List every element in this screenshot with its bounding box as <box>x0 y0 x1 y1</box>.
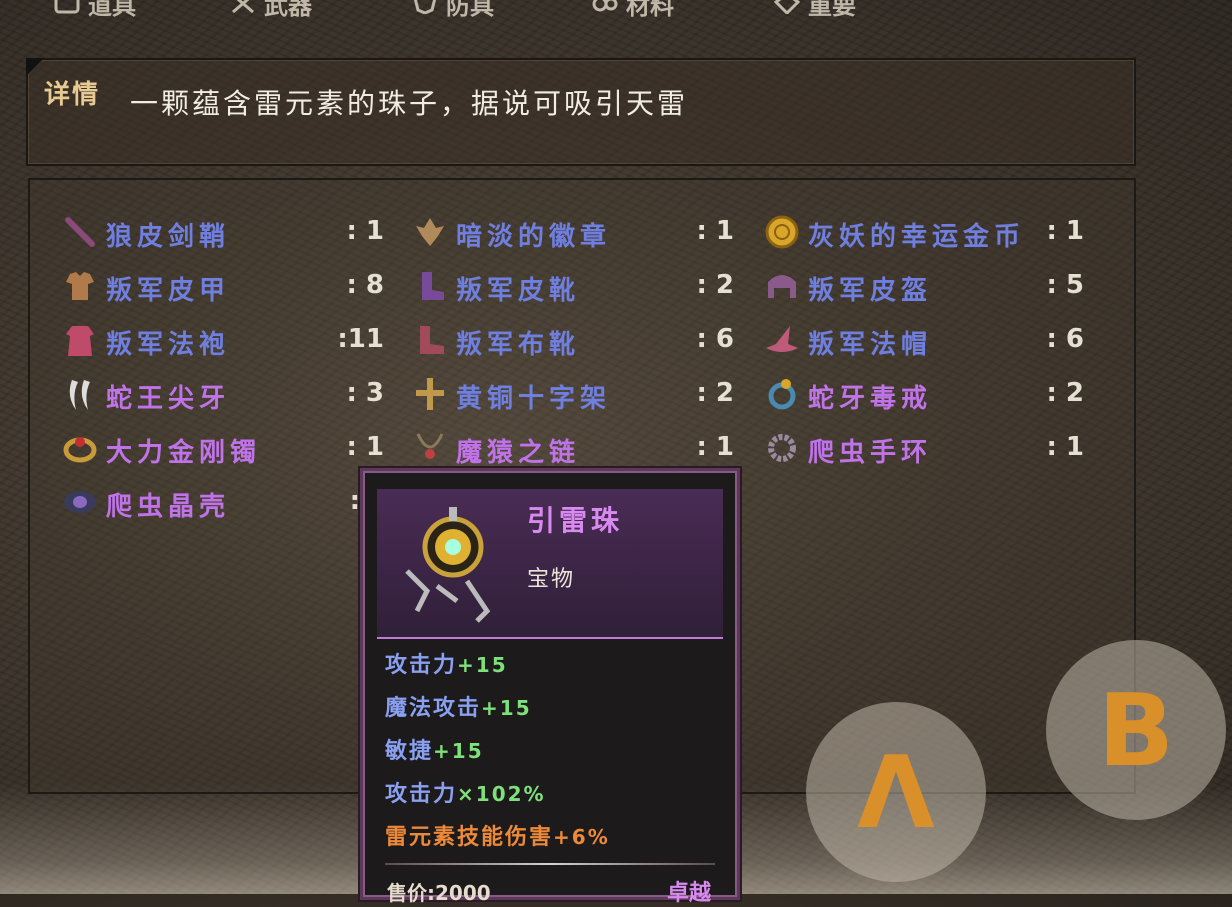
item-count: : 1 <box>346 216 384 246</box>
stat-row: 攻击力+15 <box>385 647 715 690</box>
tooltip-stats: 攻击力+15 魔法攻击+15 敏捷+15 攻击力×102% 雷元素技能伤害+6% <box>385 647 715 862</box>
item-name: 叛军皮盔 <box>808 276 933 306</box>
item-name: 大力金刚镯 <box>106 438 262 468</box>
item-count: : 5 <box>1046 270 1084 300</box>
item-name: 爬虫手环 <box>808 438 933 468</box>
item-name: 暗淡的徽章 <box>456 222 612 252</box>
a-button[interactable]: Λ <box>806 702 986 882</box>
scabbard-icon <box>65 217 95 247</box>
leather-helmet-icon <box>768 275 796 298</box>
item-name: 灰妖的幸运金币 <box>808 222 1026 252</box>
item-name: 魔猿之链 <box>456 438 581 468</box>
tab-label: 防具 <box>446 0 494 20</box>
tab-materials[interactable]: 材料 <box>592 0 674 20</box>
leather-boots-icon <box>422 272 444 300</box>
item-count: : 1 <box>346 432 384 462</box>
gem-icon <box>774 0 800 14</box>
item-count: : 2 <box>1046 378 1084 408</box>
item-count: : 1 <box>1046 432 1084 462</box>
bracelet-icon <box>63 437 97 463</box>
item-name: 叛军布靴 <box>456 330 581 360</box>
thunder-orb-icon <box>405 507 491 623</box>
stat-label: 敏捷 <box>385 739 434 764</box>
stat-value: +15 <box>481 696 532 720</box>
item-count: :11 <box>337 324 384 354</box>
item-count: : 2 <box>696 378 734 408</box>
item-name: 蛇王尖牙 <box>106 384 231 414</box>
stat-row: 雷元素技能伤害+6% <box>385 819 715 862</box>
necklace-icon <box>416 433 444 459</box>
tooltip-item-type: 宝物 <box>527 567 576 592</box>
tooltip-divider <box>385 863 715 865</box>
stat-row: 攻击力×102% <box>385 776 715 819</box>
tab-label: 道具 <box>88 0 136 20</box>
tab-label: 重要 <box>808 0 856 20</box>
item-count: : 1 <box>1046 216 1084 246</box>
tab-important[interactable]: 重要 <box>774 0 856 20</box>
item-count: : 8 <box>346 270 384 300</box>
stat-label: 攻击力 <box>385 653 458 678</box>
materials-icon <box>592 0 618 12</box>
cloth-boots-icon <box>420 326 444 354</box>
item-name: 叛军皮甲 <box>106 276 231 306</box>
stat-value: +15 <box>433 739 484 763</box>
a-button-label: Λ <box>857 733 935 851</box>
badge-icon <box>416 218 444 246</box>
wizard-hat-icon <box>766 326 798 352</box>
panel-corner <box>26 58 44 76</box>
item-name: 狼皮剑鞘 <box>106 222 231 252</box>
tab-armor[interactable]: 防具 <box>412 0 494 20</box>
shield-icon <box>413 0 437 14</box>
leather-armor-icon <box>66 272 94 300</box>
ring-icon <box>768 379 796 410</box>
tab-weapons[interactable]: 武器 <box>230 0 312 20</box>
item-count: : 1 <box>696 216 734 246</box>
item-count: : 2 <box>696 270 734 300</box>
item-count: : 6 <box>696 324 734 354</box>
tooltip-item-name: 引雷珠 <box>527 504 624 537</box>
tooltip-quality: 卓越 <box>666 881 711 906</box>
robe-icon <box>66 326 94 356</box>
stat-label: 攻击力 <box>385 782 458 807</box>
gold-coin-icon <box>765 215 799 249</box>
item-count: : 6 <box>1046 324 1084 354</box>
fang-icon <box>69 380 90 410</box>
cross-icon <box>416 378 444 410</box>
item-name: 叛军皮靴 <box>456 276 581 306</box>
item-name: 爬虫晶壳 <box>106 492 231 522</box>
tab-items[interactable]: 道具 <box>54 0 136 20</box>
crystal-shell-icon <box>64 491 96 513</box>
item-name: 黄铜十字架 <box>456 384 612 414</box>
item-name: 叛军法袍 <box>106 330 231 360</box>
b-button[interactable]: B <box>1046 640 1226 820</box>
bag-icon <box>54 0 80 14</box>
item-count: : 1 <box>696 432 734 462</box>
item-name: 叛军法帽 <box>808 330 933 360</box>
item-detail-panel: 详情 一颗蕴含雷元素的珠子，据说可吸引天雷 <box>26 58 1136 166</box>
item-name: 蛇牙毒戒 <box>808 384 933 414</box>
tooltip-header: 引雷珠 宝物 <box>377 489 723 639</box>
tooltip-price: 售价:2000 <box>387 881 491 905</box>
b-button-label: B <box>1097 671 1175 789</box>
tab-label: 材料 <box>626 0 674 20</box>
stat-value: +15 <box>457 653 508 677</box>
crossed-swords-icon <box>232 0 254 14</box>
category-tabs: 道具 武器 防具 材料 重要 <box>50 0 950 20</box>
stat-label: 魔法攻击 <box>385 696 482 721</box>
stat-row: 敏捷+15 <box>385 733 715 776</box>
stat-value: ×102% <box>457 782 546 806</box>
tab-label: 武器 <box>264 0 312 20</box>
bangle-icon <box>768 434 796 462</box>
item-count: : 3 <box>346 378 384 408</box>
item-count: : <box>349 486 360 516</box>
detail-description: 一颗蕴含雷元素的珠子，据说可吸引天雷 <box>130 87 689 120</box>
item-tooltip: 引雷珠 宝物 攻击力+15 魔法攻击+15 敏捷+15 攻击力×102% 雷元素… <box>360 468 740 906</box>
stat-value: +6% <box>553 825 610 849</box>
stat-row: 魔法攻击+15 <box>385 690 715 733</box>
stat-label: 雷元素技能伤害 <box>385 825 554 850</box>
detail-label: 详情 <box>44 80 101 110</box>
